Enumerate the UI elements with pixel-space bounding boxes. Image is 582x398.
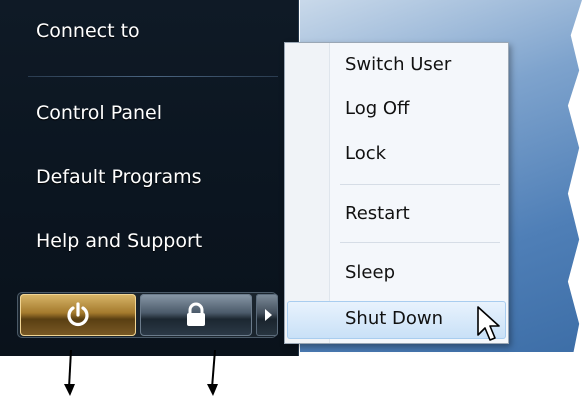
shutdown-context-menu: Switch User Log Off Lock Restart Sleep S… xyxy=(284,42,509,344)
context-item-log-off[interactable]: Log Off xyxy=(345,98,409,119)
arrow-down-icon xyxy=(207,350,218,396)
menu-item-help-and-support[interactable]: Help and Support xyxy=(36,230,202,252)
context-item-sleep[interactable]: Sleep xyxy=(345,262,395,283)
mouse-cursor-icon xyxy=(477,306,500,341)
context-separator xyxy=(340,184,500,185)
context-item-restart[interactable]: Restart xyxy=(345,203,410,224)
power-button[interactable] xyxy=(20,294,136,336)
context-item-switch-user[interactable]: Switch User xyxy=(345,54,451,75)
menu-item-control-panel[interactable]: Control Panel xyxy=(36,102,162,124)
context-item-lock[interactable]: Lock xyxy=(345,143,386,164)
context-separator xyxy=(340,242,500,243)
chevron-right-icon xyxy=(265,309,272,321)
lock-icon xyxy=(187,302,205,326)
context-menu-gutter xyxy=(285,43,330,343)
context-item-shut-down[interactable]: Shut Down xyxy=(345,308,443,329)
arrow-down-icon xyxy=(64,350,75,396)
menu-item-default-programs[interactable]: Default Programs xyxy=(36,166,202,188)
lock-button[interactable] xyxy=(140,294,252,336)
power-icon xyxy=(67,302,89,327)
menu-item-connect-to[interactable]: Connect to xyxy=(36,20,140,42)
menu-separator xyxy=(28,76,278,77)
shutdown-options-arrow-button[interactable] xyxy=(256,294,278,336)
